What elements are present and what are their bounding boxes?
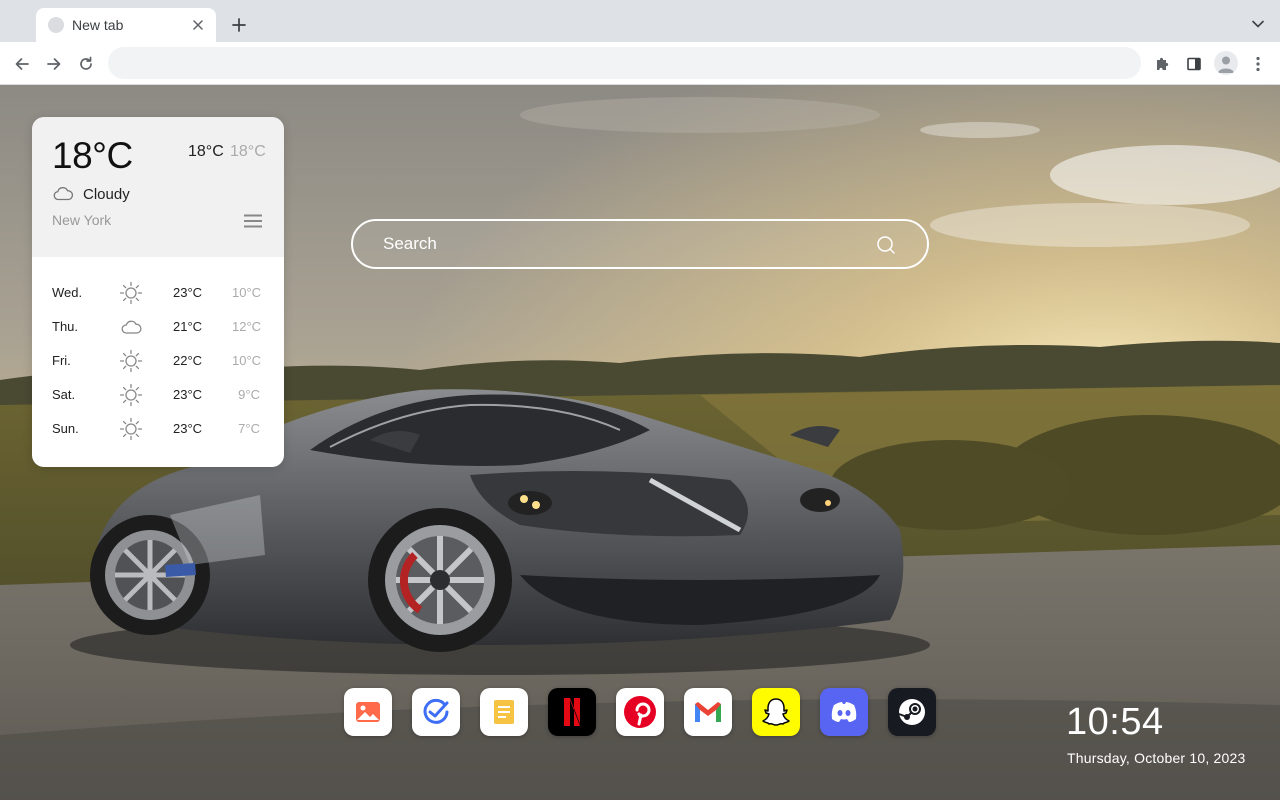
chevron-down-icon	[1252, 20, 1264, 28]
forecast-low: 10°C	[232, 353, 262, 368]
tab-strip: New tab	[0, 0, 1280, 42]
weather-location: New York	[52, 212, 112, 228]
address-bar-input[interactable]	[108, 47, 1141, 79]
forecast-day: Wed.	[52, 285, 83, 300]
tab-search-button[interactable]	[1248, 14, 1268, 34]
arrow-left-icon	[15, 58, 29, 70]
gmail-icon	[684, 688, 732, 736]
discord-icon	[820, 688, 868, 736]
weather-condition: Cloudy	[83, 186, 130, 203]
forecast-high: 23°C	[173, 421, 203, 436]
forecast-day: Sat.	[52, 387, 76, 402]
sun-icon	[119, 383, 143, 407]
tasks-icon	[412, 688, 460, 736]
forecast-high: 23°C	[173, 387, 203, 402]
tab-new-tab[interactable]: New tab	[36, 8, 216, 42]
sun-icon	[119, 281, 143, 305]
forecast-row: Sat. 23°C 9°C	[32, 378, 284, 412]
forecast-row: Thu. 21°C 12°C	[32, 310, 284, 344]
tab-close-button[interactable]	[190, 17, 206, 33]
new-tab-button[interactable]	[228, 14, 250, 36]
forecast-high: 23°C	[173, 285, 203, 300]
side-panel-icon	[1187, 57, 1201, 71]
snapchat-icon	[752, 688, 800, 736]
app-tasks[interactable]	[412, 688, 460, 736]
new-tab-page: 18°C 18°C 18°C Cloudy New York Wed. 23°C…	[0, 85, 1280, 800]
search-input[interactable]	[383, 221, 863, 267]
app-netflix[interactable]	[548, 688, 596, 736]
weather-current: 18°C 18°C 18°C Cloudy New York	[32, 117, 284, 257]
forward-button[interactable]	[42, 52, 66, 76]
netflix-icon	[548, 688, 596, 736]
clock-date: Thursday, October 10, 2023	[1067, 750, 1246, 766]
forecast-day: Thu.	[52, 319, 79, 334]
forecast-row: Sun. 23°C 7°C	[32, 412, 284, 446]
forecast-low: 12°C	[232, 319, 262, 334]
cloud-icon	[121, 320, 142, 334]
browser-toolbar	[0, 42, 1280, 85]
close-icon	[193, 20, 203, 30]
reload-button[interactable]	[74, 52, 98, 76]
arrow-right-icon	[47, 58, 61, 70]
back-button[interactable]	[10, 52, 34, 76]
tab-title: New tab	[72, 17, 124, 33]
menu-icon[interactable]	[243, 213, 263, 229]
steam-icon	[888, 688, 936, 736]
more-vert-icon	[1256, 56, 1260, 72]
today-low: 18°C	[230, 143, 266, 160]
cloud-icon	[53, 187, 74, 201]
app-discord[interactable]	[820, 688, 868, 736]
forecast-day: Sun.	[52, 421, 79, 436]
extensions-button[interactable]	[1150, 52, 1174, 76]
tab-favicon-icon	[48, 17, 64, 33]
pinterest-icon	[616, 688, 664, 736]
plus-icon	[232, 18, 246, 32]
sun-icon	[119, 349, 143, 373]
profile-avatar[interactable]	[1214, 51, 1238, 75]
app-photos[interactable]	[344, 688, 392, 736]
reload-icon	[80, 56, 92, 70]
app-steam[interactable]	[888, 688, 936, 736]
current-temperature: 18°C	[52, 135, 133, 176]
photos-icon	[344, 688, 392, 736]
forecast-high: 21°C	[173, 319, 203, 334]
app-snapchat[interactable]	[752, 688, 800, 736]
forecast-day: Fri.	[52, 353, 71, 368]
search-box	[351, 219, 929, 269]
app-pinterest[interactable]	[616, 688, 664, 736]
forecast-row: Wed. 23°C 10°C	[32, 276, 284, 310]
today-high: 18°C	[188, 143, 224, 160]
forecast-low: 10°C	[232, 285, 262, 300]
weather-widget[interactable]: 18°C 18°C 18°C Cloudy New York Wed. 23°C…	[32, 117, 284, 467]
person-icon	[1218, 56, 1234, 73]
forecast-low: 9°C	[238, 387, 260, 402]
forecast-low: 7°C	[238, 421, 260, 436]
browser-menu-button[interactable]	[1246, 52, 1270, 76]
app-gmail[interactable]	[684, 688, 732, 736]
search-icon[interactable]	[875, 234, 897, 256]
puzzle-icon	[1157, 57, 1169, 70]
clock-time: 10:54	[1066, 701, 1164, 743]
weather-forecast: Wed. 23°C 10°C Thu. 21°C 12°C Fri. 22°C …	[32, 257, 284, 467]
sun-icon	[119, 417, 143, 441]
notes-icon	[480, 688, 528, 736]
app-notes[interactable]	[480, 688, 528, 736]
forecast-row: Fri. 22°C 10°C	[32, 344, 284, 378]
forecast-high: 22°C	[173, 353, 203, 368]
side-panel-button[interactable]	[1182, 52, 1206, 76]
